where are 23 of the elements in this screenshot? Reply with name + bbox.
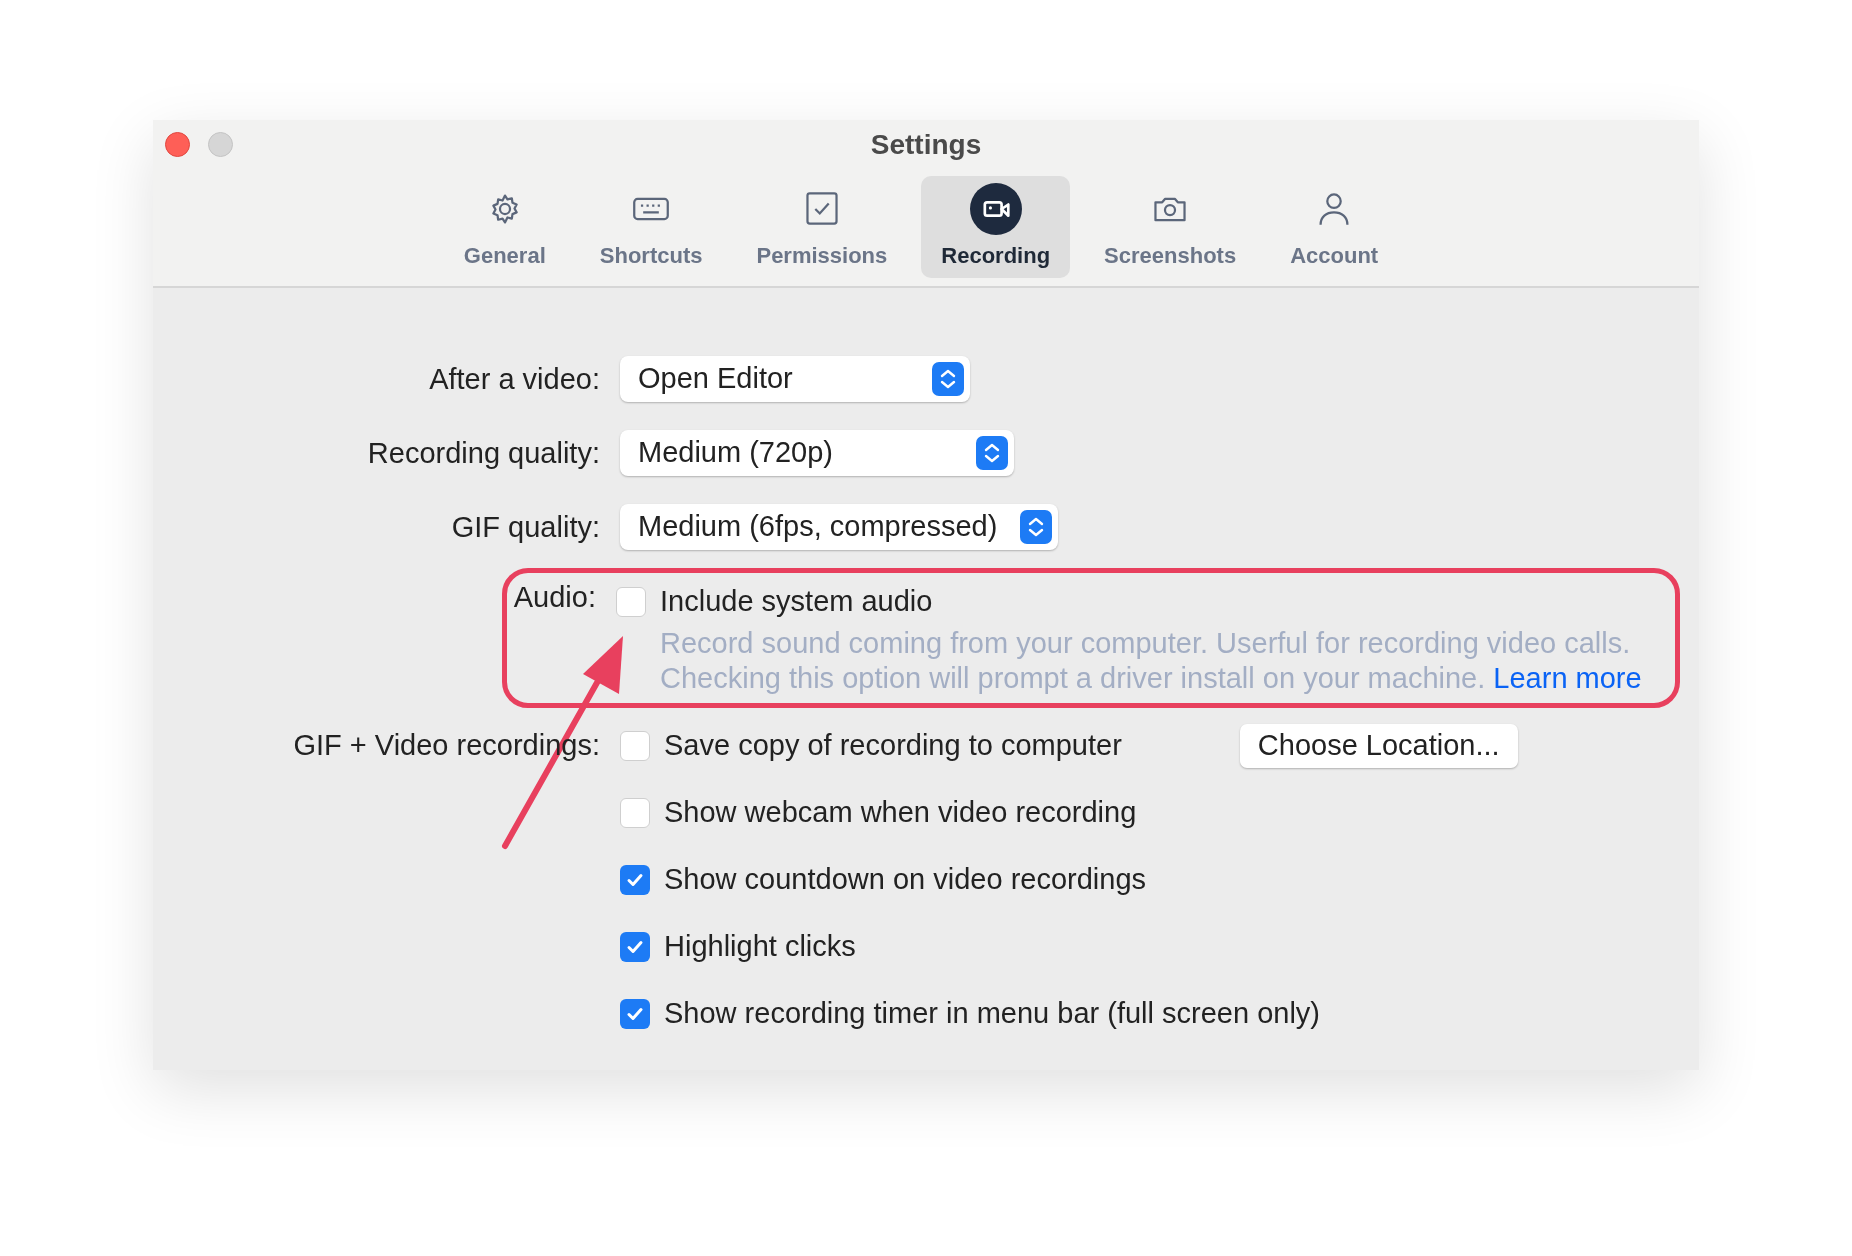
dropdown[interactable]: Medium (720p) <box>620 430 1014 476</box>
tab[interactable]: Account <box>1270 176 1399 278</box>
checkbox-label: Show countdown on video recordings <box>664 862 1147 898</box>
tab[interactable]: Screenshots <box>1084 176 1257 278</box>
checkbox-label: Highlight clicks <box>664 929 856 965</box>
dropdown[interactable]: Medium (6fps, compressed) <box>620 504 1058 550</box>
dropdown[interactable]: Open Editor <box>620 356 970 402</box>
tab[interactable]: Recording <box>921 176 1071 278</box>
field-label: Audio: <box>513 580 596 614</box>
field-label: Recording quality: <box>367 436 600 471</box>
learn-more-link[interactable]: Learn more <box>1493 661 1642 694</box>
checkbox-label: Show recording timer in menu bar (full screen only) <box>664 996 1320 1032</box>
checkbox-label: Include system audio <box>660 584 933 619</box>
choose-location-button[interactable]: Choose Location... <box>1239 724 1518 768</box>
tab[interactable]: General <box>443 176 566 278</box>
tab[interactable]: Shortcuts <box>579 176 723 278</box>
checkbox-label: Show webcam when video recording <box>664 795 1137 831</box>
field-label: GIF quality: <box>451 510 600 545</box>
window-title: Settings <box>870 128 982 162</box>
tab[interactable]: Permissions <box>736 176 908 278</box>
description-text: Record sound coming from your computer. Userful for recording video calls. Checking this option will prompt a driver install on your machine. Learn more <box>660 625 1642 696</box>
field-label: After a video: <box>429 362 600 397</box>
checkbox-label: Save copy of recording to computer <box>664 728 1122 764</box>
